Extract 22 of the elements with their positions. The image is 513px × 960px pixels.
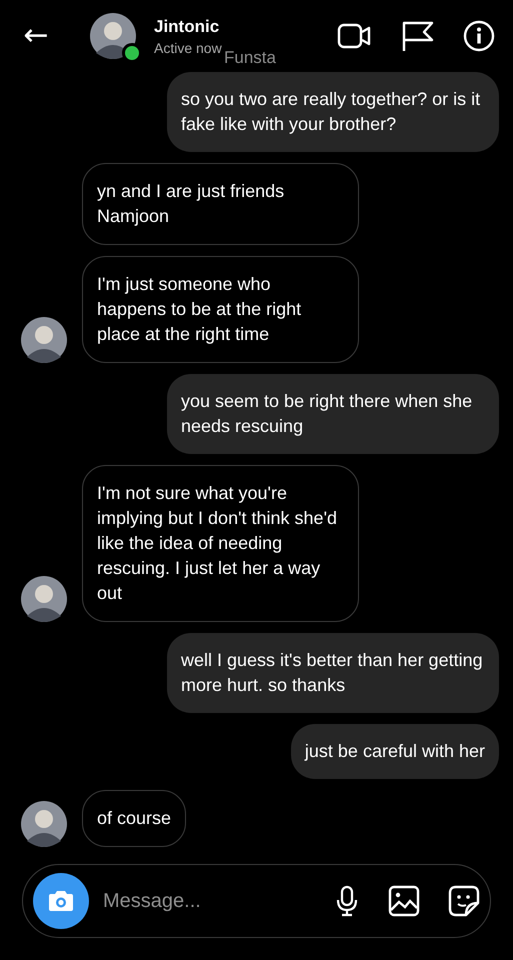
video-camera-icon[interactable] [337, 22, 373, 50]
avatar[interactable] [90, 13, 136, 59]
contact-name: Jintonic [154, 16, 220, 36]
sent-message: so you two are really together? or is it fake like with your brother? [167, 72, 499, 152]
camera-icon [47, 889, 75, 913]
sent-message: just be careful with her [290, 724, 499, 779]
message-input[interactable]: Message... [89, 890, 334, 912]
info-icon[interactable] [463, 20, 495, 52]
back-button[interactable]: ← [20, 21, 52, 51]
received-message: I'm not sure what you're implying but I don't think she'd like the idea of needing rescuing. I just let her a way out [82, 465, 359, 622]
flag-icon[interactable] [401, 20, 435, 52]
sent-message: well I guess it's better than her getting more hurt. so thanks [167, 633, 499, 713]
image-icon[interactable] [388, 885, 420, 917]
status-text: Active now [154, 40, 222, 56]
sticker-icon[interactable] [448, 885, 480, 917]
received-message: yn and I are just friends Namjoon [82, 163, 359, 245]
overlay-label: Funsta [224, 48, 276, 68]
microphone-icon[interactable] [334, 885, 360, 917]
received-message: I'm just someone who happens to be at the right place at the right time [82, 256, 359, 363]
sent-message: you seem to be right there when she needs rescuing [167, 374, 499, 454]
received-message: of course [82, 790, 186, 847]
camera-button[interactable] [33, 873, 89, 929]
